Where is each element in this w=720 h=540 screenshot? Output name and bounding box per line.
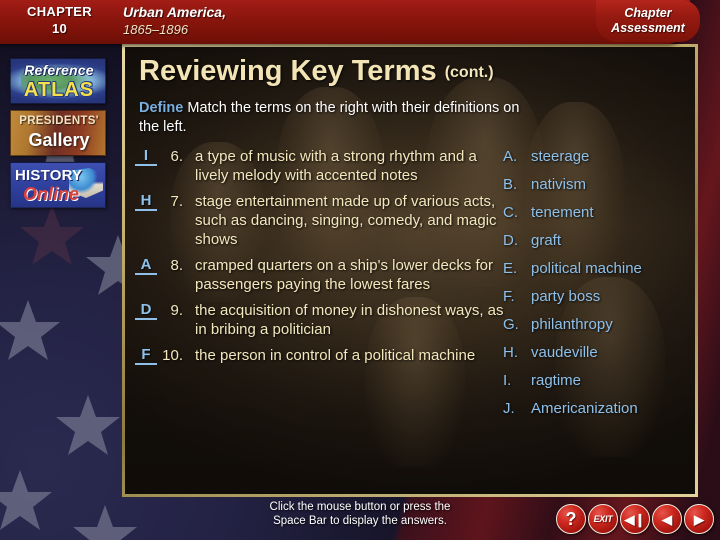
list-item[interactable]: G. philanthropy: [503, 315, 695, 334]
question-number: 6.: [170, 148, 183, 165]
table-row: A 8. cramped quarters on a ship's lower …: [135, 256, 510, 294]
table-row: F 10. the person in control of a politic…: [135, 346, 510, 365]
triangle-left-icon: ◀: [662, 511, 672, 527]
list-item[interactable]: F. party boss: [503, 287, 695, 306]
exit-label: EXIT: [593, 513, 613, 524]
term-letter: E.: [503, 260, 518, 277]
term-label: philanthropy: [531, 316, 613, 333]
unit-title: Urban America,: [123, 4, 226, 20]
navigation-bar: ? EXIT ◀❙ ◀ ▶: [556, 504, 714, 534]
first-slide-button[interactable]: ◀❙: [620, 504, 650, 534]
instructions-keyword: Define: [139, 100, 184, 116]
term-label: graft: [531, 232, 562, 249]
term-letter: D.: [503, 232, 518, 249]
question-number: 9.: [170, 302, 183, 319]
term-letter: H.: [503, 344, 518, 361]
instructions: Define Match the terms on the right with…: [139, 99, 534, 137]
sidebar-item-presidents-gallery[interactable]: PRESIDENTS' Gallery: [10, 110, 106, 156]
answer-blank[interactable]: I: [135, 148, 157, 166]
term-label: Americanization: [531, 400, 638, 417]
exit-button[interactable]: EXIT: [588, 504, 618, 534]
term-label: political machine: [531, 260, 642, 277]
term-label: ragtime: [531, 372, 582, 389]
list-item[interactable]: J. Americanization: [503, 399, 695, 418]
help-button[interactable]: ?: [556, 504, 586, 534]
definitions-list: I 6. a type of music with a strong rhyth…: [135, 147, 510, 372]
question-text: stage entertainment made up of various a…: [195, 193, 497, 248]
page-title: Reviewing Key Terms (cont.): [139, 55, 494, 88]
list-item[interactable]: H. vaudeville: [503, 343, 695, 362]
question-number: 8.: [170, 257, 183, 274]
footer-hint-line1: Click the mouse button or press the: [269, 501, 451, 513]
footer-hint: Click the mouse button or press the Spac…: [200, 500, 520, 528]
term-label: tenement: [531, 204, 594, 221]
unit-heading: Urban America, 1865–1896: [123, 3, 226, 39]
content-panel: Reviewing Key Terms (cont.) Define Match…: [122, 44, 698, 497]
page-title-continued: (cont.): [444, 64, 494, 81]
list-item[interactable]: D. graft: [503, 231, 695, 250]
triangle-right-icon: ▶: [694, 511, 704, 527]
term-label: steerage: [531, 148, 590, 165]
list-item[interactable]: C. tenement: [503, 203, 695, 222]
sidebar-item-reference-atlas[interactable]: Reference ATLAS: [10, 58, 106, 104]
footer-hint-line2: Space Bar to display the answers.: [273, 515, 447, 527]
term-letter: B.: [503, 176, 518, 193]
answer-blank[interactable]: F: [135, 347, 157, 365]
table-row: I 6. a type of music with a strong rhyth…: [135, 147, 510, 185]
chapter-number: 10: [51, 21, 68, 36]
term-label: nativism: [531, 176, 587, 193]
term-letter: G.: [503, 316, 519, 333]
list-item[interactable]: A. steerage: [503, 147, 695, 166]
reference-atlas-line1: Reference: [24, 62, 94, 78]
sidebar-item-history-online[interactable]: HISTORY Online: [10, 162, 106, 208]
tab-chapter-assessment-label: Chapter Assessment: [611, 6, 685, 35]
instructions-text: Match the terms on the right with their …: [139, 100, 520, 135]
table-row: H 7. stage entertainment made up of vari…: [135, 192, 510, 249]
unit-years: 1865–1896: [123, 22, 189, 37]
term-letter: C.: [503, 204, 518, 221]
question-number: 10.: [162, 347, 183, 364]
next-slide-button[interactable]: ▶: [684, 504, 714, 534]
skip-back-icon: ◀❙: [624, 511, 646, 527]
terms-list: A. steerage B. nativism C. tenement D. g…: [503, 147, 695, 427]
list-item[interactable]: I. ragtime: [503, 371, 695, 390]
term-label: party boss: [531, 288, 601, 305]
answer-blank[interactable]: A: [135, 257, 157, 275]
question-text: the person in control of a political mac…: [195, 347, 476, 364]
question-text: a type of music with a strong rhythm and…: [195, 148, 477, 184]
sidebar: Reference ATLAS PRESIDENTS' Gallery HIST…: [10, 58, 110, 214]
presidents-gallery-line1: PRESIDENTS': [19, 115, 99, 127]
answer-blank[interactable]: H: [135, 193, 157, 211]
term-letter: J.: [503, 400, 515, 417]
term-letter: A.: [503, 148, 518, 165]
term-letter: F.: [503, 288, 515, 305]
question-text: cramped quarters on a ship's lower decks…: [195, 257, 494, 293]
term-label: vaudeville: [531, 344, 598, 361]
list-item[interactable]: E. political machine: [503, 259, 695, 278]
chapter-indicator: CHAPTER 10: [12, 3, 107, 37]
question-number: 7.: [170, 193, 183, 210]
history-online-line2: Online: [23, 184, 80, 204]
tab-chapter-assessment[interactable]: Chapter Assessment: [596, 0, 700, 42]
presidents-gallery-line2: Gallery: [28, 130, 90, 150]
table-row: D 9. the acquisition of money in dishone…: [135, 301, 510, 339]
answer-blank[interactable]: D: [135, 302, 157, 320]
chapter-word: CHAPTER: [27, 4, 92, 19]
reference-atlas-line2: ATLAS: [23, 79, 95, 101]
question-text: the acquisition of money in dishonest wa…: [195, 302, 504, 338]
history-online-line1: HISTORY: [15, 167, 83, 184]
title-bar: CHAPTER 10 Urban America, 1865–1896: [0, 0, 690, 44]
term-letter: I.: [503, 372, 512, 389]
question-mark-icon: ?: [565, 509, 577, 529]
page-title-main: Reviewing Key Terms: [139, 55, 437, 87]
list-item[interactable]: B. nativism: [503, 175, 695, 194]
previous-slide-button[interactable]: ◀: [652, 504, 682, 534]
